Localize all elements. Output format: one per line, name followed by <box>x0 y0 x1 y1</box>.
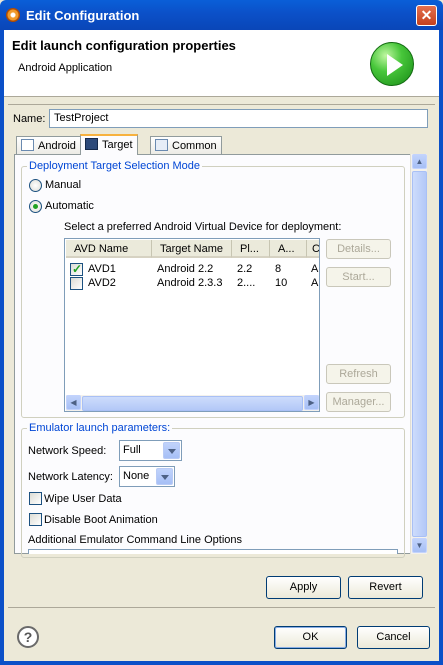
table-cell: 10 <box>275 277 288 289</box>
tab-target[interactable]: Target <box>80 134 138 155</box>
scroll-right-icon[interactable]: ▶ <box>304 395 319 410</box>
network-latency-select[interactable]: None <box>119 466 175 487</box>
deployment-legend: Deployment Target Selection Mode <box>27 160 203 172</box>
table-horizontal-scrollbar[interactable]: ◀ ▶ <box>66 395 319 411</box>
refresh-button[interactable]: Refresh <box>326 364 391 384</box>
tab-target-label: Target <box>102 139 133 151</box>
horizontal-scroll-thumb[interactable] <box>82 396 303 411</box>
table-cell: A <box>311 277 319 289</box>
avd1-checkbox[interactable] <box>70 262 83 276</box>
android-tab-icon <box>21 139 34 151</box>
scroll-left-icon[interactable]: ◀ <box>66 395 81 410</box>
details-button[interactable]: Details... <box>326 239 391 259</box>
revert-button[interactable]: Revert <box>348 576 423 599</box>
table-cell: AVD2 <box>88 277 116 289</box>
network-speed-select[interactable]: Full <box>119 440 182 461</box>
ok-button[interactable]: OK <box>274 626 347 649</box>
disable-boot-animation-checkbox[interactable] <box>29 513 42 526</box>
network-latency-label: Network Latency: <box>28 471 113 483</box>
chevron-down-icon[interactable] <box>156 468 173 485</box>
window-title: Edit Configuration <box>26 8 140 23</box>
tab-android[interactable]: Android <box>16 136 81 154</box>
start-button[interactable]: Start... <box>326 267 391 287</box>
window-frame-right <box>439 30 443 665</box>
eclipse-app-icon <box>6 8 20 22</box>
table-cell: 2.... <box>237 277 256 289</box>
wipe-user-data-checkbox[interactable] <box>29 492 42 505</box>
cmdline-options-label: Additional Emulator Command Line Options <box>28 534 243 546</box>
target-tab-icon <box>85 138 98 150</box>
separator <box>8 104 435 105</box>
chevron-down-icon[interactable] <box>163 442 180 459</box>
manager-button[interactable]: Manager... <box>326 392 391 412</box>
column-header-avd-name[interactable]: AVD Name <box>66 240 152 258</box>
header-subtitle: Android Application <box>18 62 113 74</box>
common-tab-icon <box>155 139 168 151</box>
table-cell: AVD1 <box>88 263 116 275</box>
table-cell: 8 <box>275 263 282 275</box>
table-cell: Android 2.2 <box>157 263 214 275</box>
network-speed-value: Full <box>123 444 141 456</box>
column-header-target-name[interactable]: Target Name <box>152 240 232 258</box>
avd-table[interactable]: AVD Name Target Name Pl... A... C AVD1 A… <box>64 238 320 412</box>
manual-label: Manual <box>45 179 82 191</box>
automatic-radio[interactable] <box>29 200 42 213</box>
scroll-down-icon[interactable]: ▼ <box>412 538 427 553</box>
column-header-platform[interactable]: Pl... <box>232 240 270 258</box>
run-play-icon <box>370 42 414 86</box>
column-header-api[interactable]: A... <box>270 240 307 258</box>
avd2-checkbox[interactable] <box>70 277 83 290</box>
cancel-button[interactable]: Cancel <box>357 626 430 649</box>
vertical-scroll-thumb[interactable] <box>412 171 427 537</box>
close-button[interactable]: ✕ <box>416 5 437 26</box>
help-icon[interactable]: ? <box>17 626 39 648</box>
tab-common-label: Common <box>172 140 217 152</box>
emulator-legend: Emulator launch parameters: <box>27 422 173 434</box>
dialog-header: Edit launch configuration properties And… <box>4 30 439 97</box>
table-cell: Android 2.3.3 <box>157 277 223 289</box>
name-input[interactable]: TestProject <box>49 109 428 128</box>
cmdline-options-input[interactable] <box>28 549 398 554</box>
column-header-cpu[interactable]: C <box>307 240 319 258</box>
window-frame-left <box>0 30 4 665</box>
apply-button[interactable]: Apply <box>266 576 341 599</box>
manual-radio[interactable] <box>29 179 42 192</box>
table-cell: 2.2 <box>237 263 253 275</box>
name-label: Name: <box>13 113 46 125</box>
scroll-up-icon[interactable]: ▲ <box>412 154 427 169</box>
disable-boot-animation-label: Disable Boot Animation <box>44 514 158 526</box>
automatic-label: Automatic <box>45 200 94 212</box>
separator <box>8 607 435 608</box>
header-title: Edit launch configuration properties <box>12 38 236 53</box>
network-speed-label: Network Speed: <box>28 445 107 457</box>
window-frame-bottom <box>0 661 443 665</box>
vertical-scrollbar[interactable]: ▲ ▼ <box>410 154 427 554</box>
tab-android-label: Android <box>38 140 76 152</box>
avd-prompt: Select a preferred Android Virtual Devic… <box>64 221 342 233</box>
network-latency-value: None <box>123 470 150 482</box>
table-cell: A <box>311 263 319 275</box>
tab-common[interactable]: Common <box>150 136 222 154</box>
wipe-user-data-label: Wipe User Data <box>44 493 122 505</box>
